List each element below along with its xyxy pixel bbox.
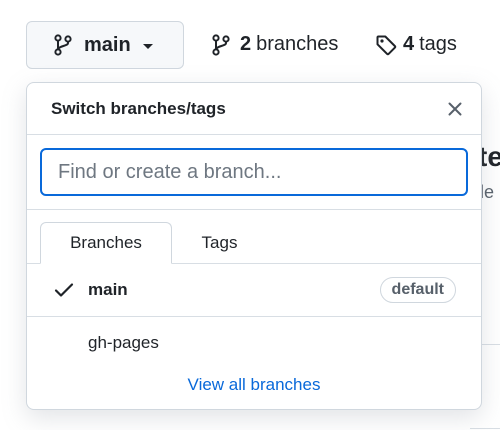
branch-item-main[interactable]: main default bbox=[27, 264, 481, 317]
tab-branches[interactable]: Branches bbox=[40, 222, 172, 264]
tab-tags[interactable]: Tags bbox=[172, 222, 267, 264]
default-badge: default bbox=[379, 277, 456, 303]
git-branch-icon bbox=[53, 34, 73, 56]
branch-switcher-panel: Switch branches/tags Branches Tags main … bbox=[26, 82, 482, 410]
current-branch-label: main bbox=[84, 33, 131, 56]
ref-tabs: Branches Tags bbox=[27, 210, 481, 264]
tags-count: 4 bbox=[403, 33, 415, 55]
branch-search-input[interactable] bbox=[40, 148, 468, 196]
branch-select-button[interactable]: main bbox=[26, 21, 184, 69]
filter-area bbox=[27, 135, 481, 210]
branches-link[interactable]: 2 branches bbox=[211, 33, 338, 56]
caret-down-icon bbox=[142, 43, 153, 49]
page: main 2 branches 4 tags te le Switch bran… bbox=[0, 0, 500, 430]
tag-icon bbox=[375, 34, 397, 56]
view-all-branches-link[interactable]: View all branches bbox=[27, 375, 481, 395]
branches-count: 2 bbox=[240, 33, 252, 55]
background-text-fragment: le bbox=[480, 182, 495, 202]
branches-label: branches bbox=[256, 33, 339, 55]
panel-title: Switch branches/tags bbox=[51, 98, 226, 118]
background-divider bbox=[470, 428, 500, 429]
close-icon[interactable] bbox=[443, 97, 467, 121]
panel-header: Switch branches/tags bbox=[27, 83, 481, 135]
branch-name: main bbox=[88, 280, 128, 299]
git-branch-icon bbox=[211, 33, 231, 56]
branch-item-gh-pages[interactable]: gh-pages bbox=[27, 317, 481, 369]
tags-link[interactable]: 4 tags bbox=[375, 33, 457, 56]
branch-name: gh-pages bbox=[88, 333, 159, 352]
check-icon bbox=[54, 282, 74, 298]
tags-label: tags bbox=[419, 33, 457, 55]
